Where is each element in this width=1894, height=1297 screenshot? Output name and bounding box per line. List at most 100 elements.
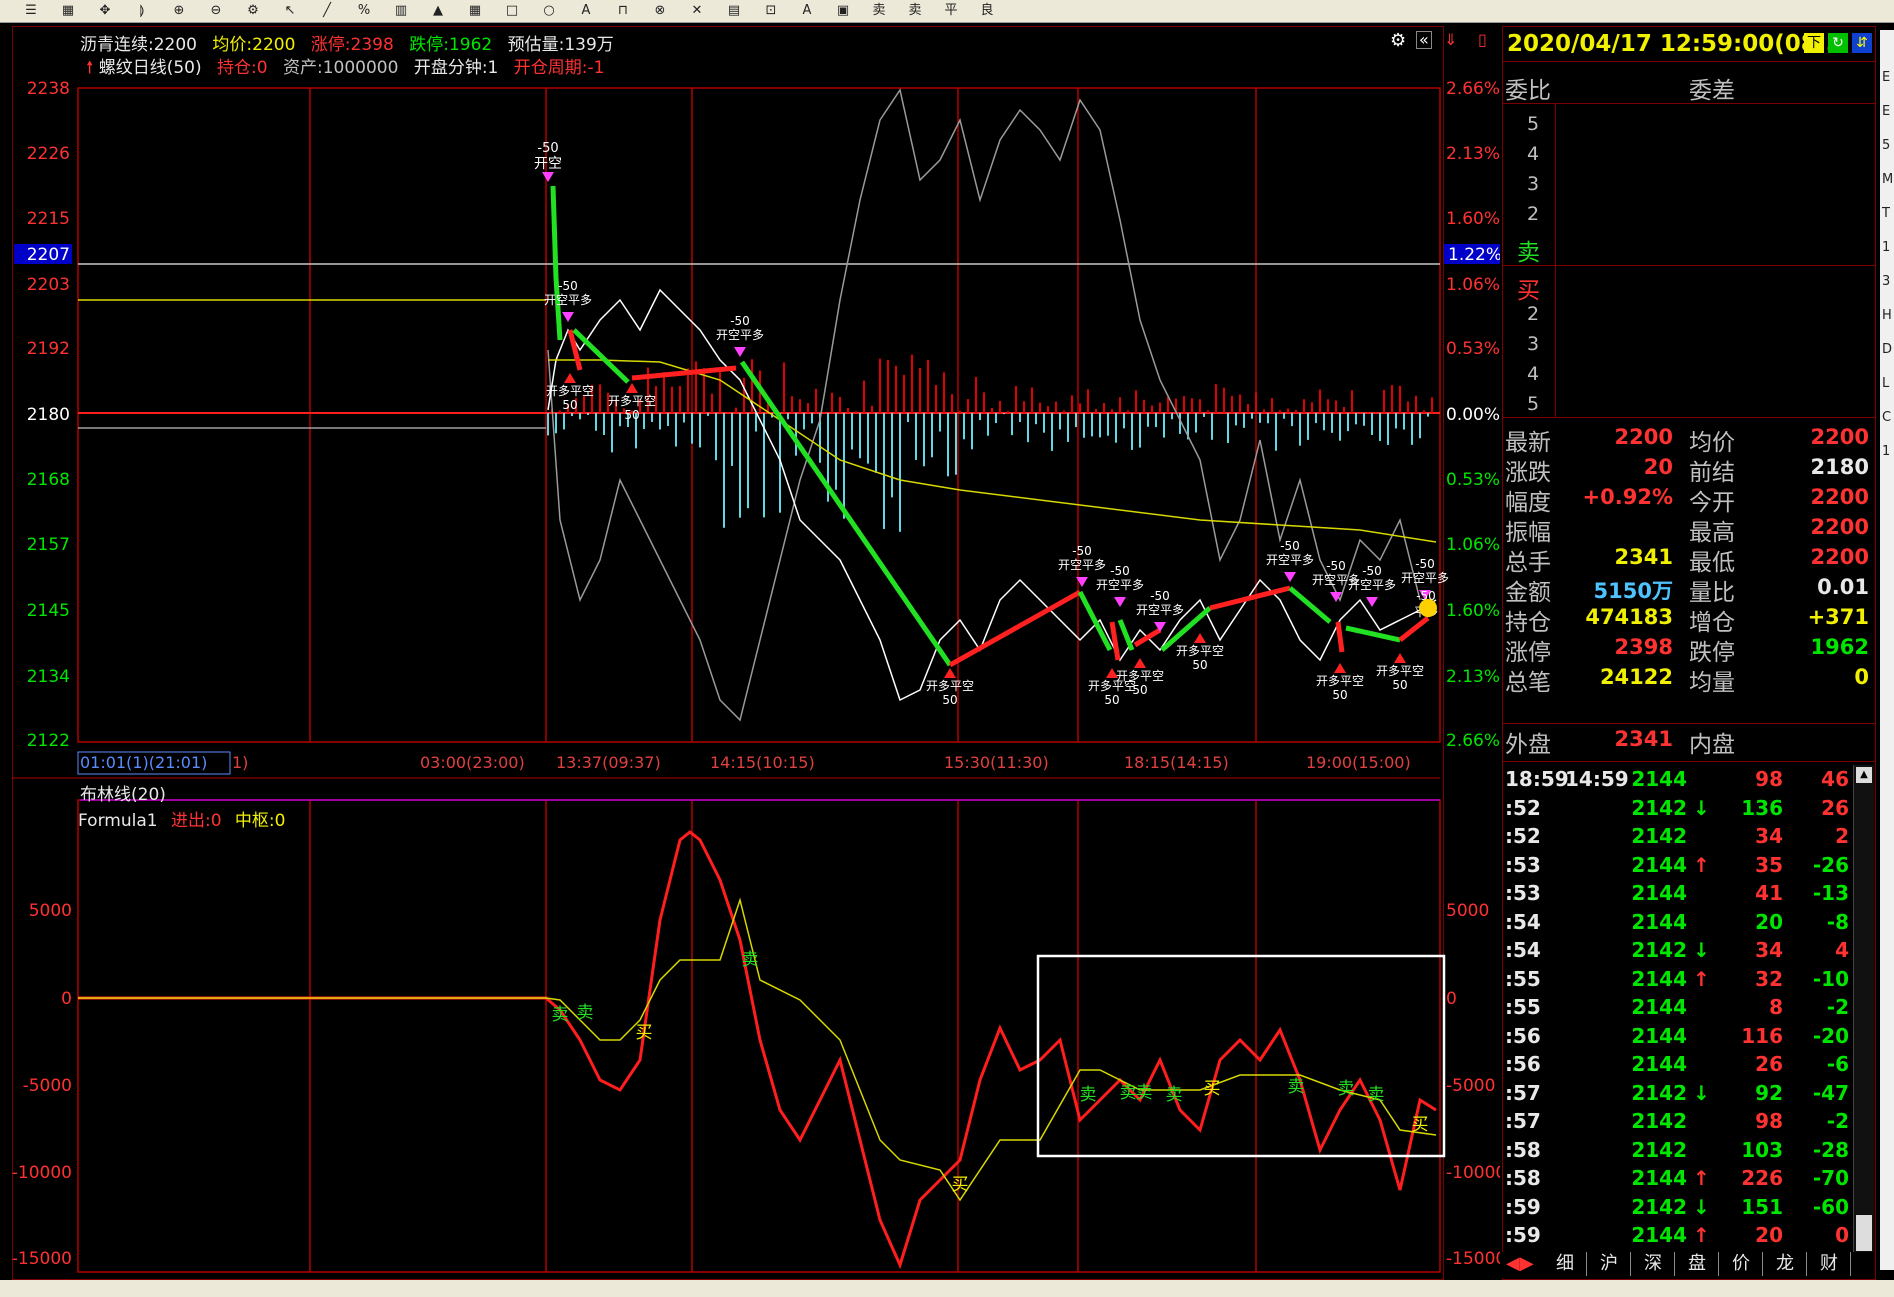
sell-level: 4 — [1527, 143, 1540, 165]
tick-row[interactable]: :55 2144 ↑ 32 -10 — [1503, 967, 1875, 995]
tick-volume: 35 — [1755, 852, 1783, 877]
sub-tick: 5000 — [29, 901, 72, 921]
time-tick: 03:00(23:00) — [420, 753, 525, 772]
tick-row[interactable]: :58 2144 ↑ 226 -70 — [1503, 1166, 1875, 1194]
quote-row-value: 2180 — [1810, 455, 1869, 479]
quote-row-value: 2200 — [1810, 545, 1869, 569]
tick-row[interactable]: :52 2142 34 2 — [1503, 824, 1875, 852]
tick-row[interactable]: :52 2142 ↓ 136 26 — [1503, 796, 1875, 824]
limit-down-label: 跌停:1962 — [409, 35, 493, 55]
buy-signal: 买 — [636, 1023, 653, 1043]
quote-row-label: 最新 — [1505, 430, 1551, 456]
trade-qty: 50 — [942, 693, 957, 707]
tick-row[interactable]: :56 2144 116 -20 — [1503, 1024, 1875, 1052]
down-button-icon[interactable]: 下 — [1804, 33, 1824, 53]
tick-time2: 14:59 — [1565, 767, 1629, 791]
down-arrow-icon[interactable]: ⇓ — [1444, 30, 1457, 49]
trade-path — [1109, 621, 1121, 661]
scroll-thumb[interactable] — [1856, 1215, 1872, 1251]
tick-volume: 103 — [1741, 1137, 1783, 1162]
sell-signal: 卖 — [1288, 1077, 1305, 1097]
sort-icon[interactable]: ⇵ — [1852, 33, 1872, 53]
buy-side-label: 买 — [1517, 278, 1540, 304]
price-tick: 2192 — [27, 339, 70, 359]
side-letter: 1 — [1882, 444, 1891, 459]
tick-row[interactable]: :59 2142 ↓ 151 -60 — [1503, 1195, 1875, 1223]
tick-row[interactable]: :55 2144 8 -2 — [1503, 995, 1875, 1023]
quote-row-label: 增仓 — [1689, 610, 1735, 636]
tick-list[interactable]: 18:59 14:59 2144 98 46:52 2142 ↓ 136 26:52 2142 34… — [1503, 767, 1855, 1277]
tick-volume: 98 — [1755, 767, 1783, 791]
side-letter: M — [1882, 172, 1894, 187]
tick-delta: -60 — [1812, 1194, 1849, 1219]
refresh-icon[interactable]: ↻ — [1828, 33, 1848, 53]
quote-stats: 最新 2200 均价 2200 涨跌 20 前结 2180 幅度 +0.92% 今开 2200 振幅 最高… — [1503, 419, 1875, 719]
tick-delta: -8 — [1826, 909, 1849, 934]
bottom-tab[interactable]: 财 — [1820, 1252, 1851, 1276]
trade-path — [1077, 590, 1113, 652]
weicha-label: 委差 — [1689, 78, 1735, 104]
tick-time: :55 — [1505, 966, 1541, 991]
buy-marker — [1134, 658, 1146, 668]
trade-label: 开空平多 — [716, 328, 764, 342]
tick-time: :58 — [1505, 1137, 1541, 1162]
tick-scrollbar[interactable]: ▲ ▼ — [1853, 765, 1874, 1277]
bottom-tab[interactable]: 价 — [1732, 1252, 1763, 1276]
tick-volume: 26 — [1755, 1052, 1783, 1076]
quote-row-label: 最低 — [1689, 550, 1735, 576]
bottom-tab[interactable]: 龙 — [1776, 1252, 1807, 1276]
settings-icon[interactable]: ⚙ — [1390, 30, 1406, 51]
tab-nav-icon[interactable]: ◀▶ — [1506, 1252, 1534, 1276]
panel-toggle-icon[interactable]: ▯ — [1478, 30, 1487, 49]
sell-side-label: 卖 — [1517, 240, 1540, 266]
bottom-tab[interactable]: 深 — [1644, 1252, 1675, 1276]
tick-row[interactable]: :54 2142 ↓ 34 4 — [1503, 938, 1875, 966]
quote-row-label: 涨跌 — [1505, 460, 1551, 486]
up-arrow-icon: 🠕 — [86, 58, 94, 78]
tick-time: :54 — [1505, 909, 1541, 934]
trade-qty: 50 — [562, 398, 577, 412]
tick-row[interactable]: :53 2144 ↑ 35 -26 — [1503, 853, 1875, 881]
quote-row-value: 2200 — [1810, 515, 1869, 539]
bottom-tab[interactable]: 细 — [1556, 1252, 1587, 1276]
sell-signal: 卖 — [1166, 1085, 1183, 1105]
tick-time: :59 — [1505, 1223, 1541, 1247]
pct-tick: 1.60% — [1446, 601, 1500, 621]
tick-price: 2142 — [1631, 824, 1687, 848]
sell-marker — [542, 172, 554, 182]
outer-value: 2341 — [1614, 727, 1673, 751]
tick-price: 2142 — [1631, 1080, 1687, 1105]
pct-tick: 1.06% — [1446, 535, 1500, 555]
tick-row[interactable]: :57 2142 98 -2 — [1503, 1109, 1875, 1137]
collapse-icon[interactable]: « — [1416, 31, 1432, 49]
tick-row[interactable]: :59 2144 ↑ 20 0 — [1503, 1223, 1875, 1251]
tick-row[interactable]: :56 2144 26 -6 — [1503, 1052, 1875, 1080]
tick-time: :56 — [1505, 1023, 1541, 1048]
open-cycle-label: 开仓周期:-1 — [513, 58, 605, 78]
tick-row[interactable]: 18:59 14:59 2144 98 46 — [1503, 767, 1875, 795]
time-tick: 18:15(14:15) — [1124, 753, 1229, 772]
tick-delta: -47 — [1812, 1080, 1849, 1105]
time-tick: 14:15(10:15) — [710, 753, 815, 772]
tick-arrow-icon: ↑ — [1693, 966, 1710, 991]
bottom-tab[interactable]: 盘 — [1688, 1252, 1719, 1276]
inout-label: 进出:0 — [170, 811, 222, 831]
inner-label: 内盘 — [1689, 732, 1735, 758]
tick-arrow-icon: ↑ — [1693, 1223, 1710, 1247]
tick-row[interactable]: :57 2142 ↓ 92 -47 — [1503, 1081, 1875, 1109]
sell-level: 2 — [1527, 203, 1540, 225]
tick-row[interactable]: :54 2144 20 -8 — [1503, 910, 1875, 938]
trade-path — [572, 328, 630, 384]
sell-signal: 卖 — [1080, 1085, 1097, 1105]
tick-row[interactable]: :53 2144 41 -13 — [1503, 881, 1875, 909]
tick-delta: -13 — [1812, 881, 1849, 905]
scroll-up-icon[interactable]: ▲ — [1856, 767, 1872, 783]
tick-time: :58 — [1505, 1166, 1541, 1190]
tick-row[interactable]: :58 2142 103 -28 — [1503, 1138, 1875, 1166]
bottom-tab[interactable]: 沪 — [1600, 1252, 1631, 1276]
chart-canvas[interactable]: 2238 2.66% 2226 2.13% 2215 1.60% 2207 1.22% 2203… — [0, 0, 1500, 1280]
buy-marker — [1334, 663, 1346, 673]
time-tick: 19:00(15:00) — [1306, 753, 1411, 772]
trade-qty: -50 — [730, 314, 750, 328]
price-cursor-label: 2207 — [27, 245, 70, 265]
